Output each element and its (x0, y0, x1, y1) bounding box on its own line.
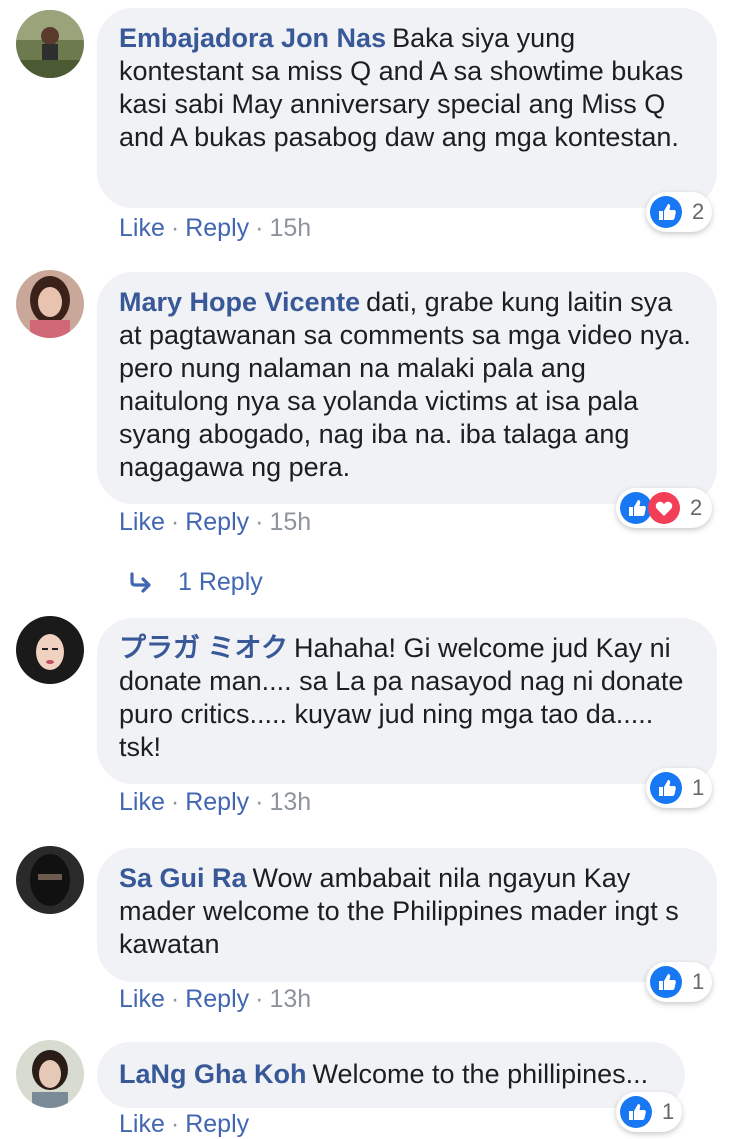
reply-button[interactable]: Reply (185, 985, 249, 1013)
separator: · (170, 788, 180, 816)
separator: · (170, 214, 180, 242)
love-icon (648, 492, 680, 524)
separator: · (170, 1110, 180, 1138)
like-button[interactable]: Like (119, 788, 165, 816)
comment-bubble: Mary Hope Vicente dati, grabe kung laitin… (97, 272, 717, 504)
like-button[interactable]: Like (119, 985, 165, 1013)
like-icon (650, 196, 682, 228)
reply-button[interactable]: Reply (185, 1110, 249, 1138)
comment-time[interactable]: 13h (269, 985, 311, 1013)
comment-author[interactable]: Sa Gui Ra (119, 863, 247, 893)
comment-time[interactable]: 15h (269, 508, 311, 536)
comment-bubble: プラガ ミオク Hahaha! Gi welcome jud Kay ni don… (97, 618, 717, 784)
comment-actions: Like · Reply · 13h (119, 788, 311, 817)
like-icon (620, 1096, 652, 1128)
reaction-summary[interactable]: 1 (646, 962, 712, 1002)
view-replies-label[interactable]: 1 Reply (178, 568, 263, 597)
reaction-summary[interactable]: 2 (616, 488, 712, 528)
separator: · (255, 788, 264, 816)
reaction-count: 1 (662, 1099, 675, 1124)
comment-bubble: LaNg Gha Koh Welcome to the phillipines..… (97, 1042, 685, 1108)
reaction-count: 2 (690, 495, 703, 520)
like-icon (650, 966, 682, 998)
avatar[interactable] (16, 270, 84, 338)
comment-actions: Like · Reply · 15h (119, 214, 311, 243)
comment-text: Welcome to the phillipines... (312, 1059, 649, 1089)
comment-author[interactable]: Embajadora Jon Nas (119, 23, 386, 53)
comment-author[interactable]: プラガ ミオク (119, 633, 288, 663)
avatar[interactable] (16, 616, 84, 684)
separator: · (255, 508, 264, 536)
comment-bubble: Sa Gui Ra Wow ambabait nila ngayun Kay ma… (97, 848, 717, 982)
view-replies-link[interactable]: 1 Reply (128, 568, 263, 597)
separator: · (170, 985, 180, 1013)
reaction-summary[interactable]: 2 (646, 192, 712, 232)
avatar[interactable] (16, 1040, 84, 1108)
reaction-summary[interactable]: 1 (646, 768, 712, 808)
reaction-summary[interactable]: 1 (616, 1092, 682, 1132)
like-icon (650, 772, 682, 804)
comment-actions: Like · Reply · 15h (119, 508, 311, 537)
avatar[interactable] (16, 846, 84, 914)
reply-arrow-icon (130, 571, 151, 593)
comment-bubble: Embajadora Jon Nas Baka siya yung kontest… (97, 8, 717, 208)
like-button[interactable]: Like (119, 508, 165, 536)
comment-time[interactable]: 13h (269, 788, 311, 816)
comment-author[interactable]: Mary Hope Vicente (119, 287, 360, 317)
reply-button[interactable]: Reply (185, 788, 249, 816)
avatar[interactable] (16, 10, 84, 78)
comment-time[interactable]: 15h (269, 214, 311, 242)
reaction-count: 1 (692, 775, 705, 800)
reply-button[interactable]: Reply (185, 508, 249, 536)
comment-author[interactable]: LaNg Gha Koh (119, 1059, 307, 1089)
comment-actions: Like · Reply · 13h (119, 985, 311, 1014)
reply-button[interactable]: Reply (185, 214, 249, 242)
like-button[interactable]: Like (119, 214, 165, 242)
separator: · (255, 985, 264, 1013)
reaction-count: 2 (692, 199, 705, 224)
comment-actions: Like · Reply (119, 1110, 249, 1139)
reaction-count: 1 (692, 969, 705, 994)
separator: · (170, 508, 180, 536)
like-button[interactable]: Like (119, 1110, 165, 1138)
separator: · (255, 214, 264, 242)
